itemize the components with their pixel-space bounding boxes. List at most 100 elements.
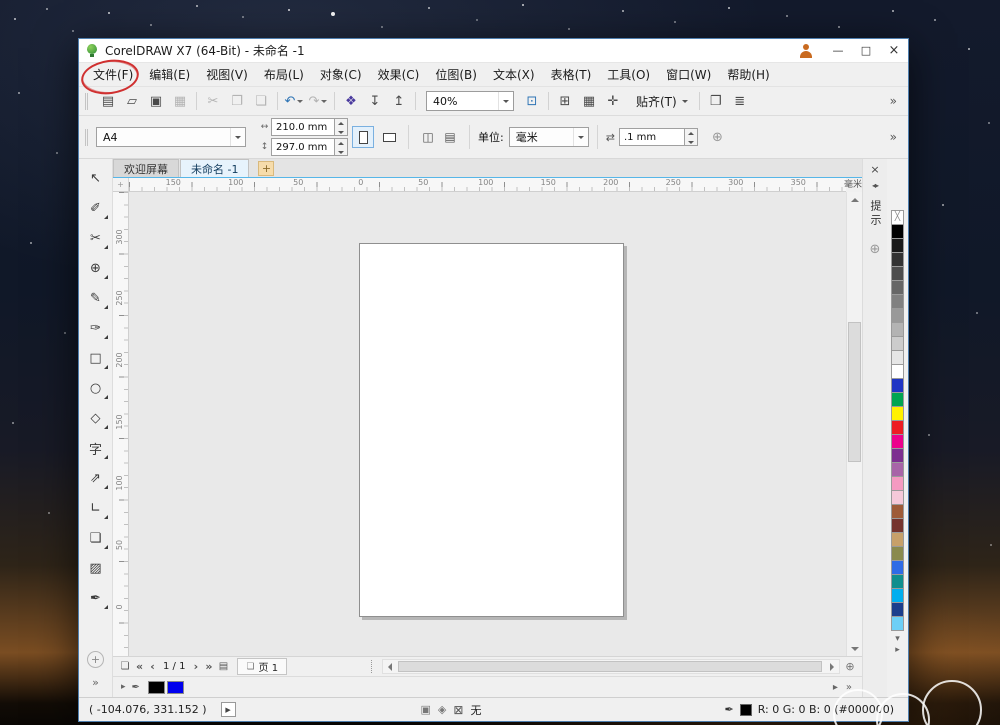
70-black[interactable] [891, 266, 904, 281]
vertical-scrollbar-thumb[interactable] [848, 322, 861, 462]
page-height-input[interactable]: 297.0 mm [271, 138, 335, 156]
save-icon[interactable]: ▣ [144, 90, 168, 112]
show-grid-icon[interactable]: ▦ [577, 90, 601, 112]
purple[interactable] [891, 448, 904, 463]
blue[interactable] [891, 378, 904, 393]
shape-tool[interactable]: ✐ [83, 195, 109, 221]
50-black[interactable] [891, 294, 904, 309]
document-palette-scroll-icon[interactable]: ▸ [833, 682, 838, 693]
zoom-level-combobox[interactable]: 40% [426, 91, 514, 111]
ruler-origin-button[interactable]: + [113, 178, 129, 192]
snap-to-button[interactable]: 贴齐(T) [629, 90, 695, 112]
toolbar-overflow-chevron[interactable]: » [883, 94, 904, 108]
black[interactable] [891, 224, 904, 239]
pick-tool[interactable]: ↖ [83, 165, 109, 191]
color-eyedropper-tool[interactable]: ✒ [83, 585, 109, 611]
all-pages-same-size-button[interactable]: ◫ [417, 126, 439, 148]
brown[interactable] [891, 504, 904, 519]
page-height-spinner[interactable] [335, 138, 348, 156]
menu-item[interactable]: 效果(C) [370, 63, 428, 86]
toolbar-list-icon[interactable]: ≣ [728, 90, 752, 112]
export-icon[interactable]: ↥ [387, 90, 411, 112]
open-icon[interactable]: ▱ [120, 90, 144, 112]
last-page-button[interactable]: » [202, 660, 215, 673]
crop-tool[interactable]: ✂ [83, 225, 109, 251]
text-tool[interactable]: 字 [83, 435, 109, 461]
40-black[interactable] [891, 308, 904, 323]
document-tab[interactable]: 未命名 -1 [180, 159, 250, 177]
scroll-down-arrow[interactable] [847, 641, 862, 656]
print-icon[interactable]: ▦ [168, 90, 192, 112]
minimize-button[interactable]: — [824, 39, 852, 62]
yellow[interactable] [891, 406, 904, 421]
menu-item[interactable]: 位图(B) [427, 63, 485, 86]
show-rulers-icon[interactable]: ⊞ [553, 90, 577, 112]
undo-icon[interactable]: ↶ [282, 90, 306, 112]
80-black[interactable] [891, 252, 904, 267]
new-document-tab-button[interactable]: + [258, 161, 275, 176]
page-width-input[interactable]: 210.0 mm [271, 118, 335, 136]
show-guidelines-icon[interactable]: ✛ [601, 90, 625, 112]
horizontal-scrollbar-thumb[interactable] [398, 661, 822, 672]
teal[interactable] [891, 574, 904, 589]
close-button[interactable]: × [880, 39, 908, 62]
import-icon[interactable]: ↧ [363, 90, 387, 112]
add-page-button[interactable]: ▤ [215, 661, 231, 672]
violet[interactable] [891, 462, 904, 477]
menu-item[interactable]: 视图(V) [198, 63, 256, 86]
green[interactable] [891, 392, 904, 407]
freehand-tool[interactable]: ✎ [83, 285, 109, 311]
first-page-button[interactable]: « [133, 660, 146, 673]
blue[interactable] [166, 680, 184, 694]
scroll-right-arrow[interactable] [825, 660, 839, 673]
scrollbar-splitter[interactable] [371, 660, 376, 673]
menu-item[interactable]: 对象(C) [312, 63, 370, 86]
statusbar-flyout-button[interactable]: ▶ [220, 702, 236, 717]
landscape-button[interactable] [378, 126, 400, 148]
units-combobox[interactable]: 毫米 [508, 127, 589, 147]
menu-item[interactable]: 布局(L) [256, 63, 312, 86]
scroll-up-arrow[interactable] [847, 192, 862, 207]
30-black[interactable] [891, 322, 904, 337]
artistic-media-tool[interactable]: ✑ [83, 315, 109, 341]
docker-close-icon[interactable]: × [870, 163, 879, 177]
application-launcher-icon[interactable]: ❖ [339, 90, 363, 112]
property-bar-grip[interactable] [85, 128, 91, 146]
pale-pink[interactable] [891, 490, 904, 505]
sky-blue[interactable] [891, 616, 904, 631]
document-tab[interactable]: 欢迎屏幕 [113, 159, 179, 177]
cut-icon[interactable]: ✂ [201, 90, 225, 112]
options-icon[interactable]: ❒ [704, 90, 728, 112]
menu-item[interactable]: 工具(O) [599, 63, 658, 86]
paste-icon[interactable]: ❏ [249, 90, 273, 112]
nudge-spinner[interactable] [684, 128, 698, 146]
tan[interactable] [891, 532, 904, 547]
menu-item[interactable]: 帮助(H) [719, 63, 777, 86]
cyan[interactable] [891, 588, 904, 603]
zoom-fit-icon[interactable]: ⊕ [842, 660, 858, 673]
redo-icon[interactable]: ↷ [306, 90, 330, 112]
zoom-tool[interactable]: ⊕ [83, 255, 109, 281]
magenta[interactable] [891, 434, 904, 449]
document-navigator-icon[interactable]: ❏ [117, 661, 133, 672]
palette-scroll-down-icon[interactable]: ▾ [895, 634, 900, 644]
toolbox-overflow-chevron[interactable]: » [92, 676, 99, 689]
add-tools-button[interactable]: + [87, 651, 104, 668]
fullscreen-preview-icon[interactable]: ⊡ [520, 90, 544, 112]
polygon-tool[interactable]: ◇ [83, 405, 109, 431]
pink[interactable] [891, 476, 904, 491]
10-black[interactable] [891, 350, 904, 365]
hints-docker-tab[interactable]: 提示 [867, 200, 883, 228]
expand-icon[interactable]: ⊕ [712, 130, 723, 145]
90-black[interactable] [891, 238, 904, 253]
new-document-icon[interactable]: ▤ [96, 90, 120, 112]
dropdown-arrow-icon[interactable] [230, 128, 245, 146]
navy[interactable] [891, 602, 904, 617]
docker-expand-icon[interactable]: ⊕ [870, 242, 881, 257]
black[interactable] [147, 680, 165, 694]
rectangle-tool[interactable]: □ [83, 345, 109, 371]
parallel-dimension-tool[interactable]: ⇗ [83, 465, 109, 491]
scroll-left-arrow[interactable] [383, 660, 397, 673]
menu-item[interactable]: 文本(X) [485, 63, 543, 86]
ellipse-tool[interactable]: ○ [83, 375, 109, 401]
